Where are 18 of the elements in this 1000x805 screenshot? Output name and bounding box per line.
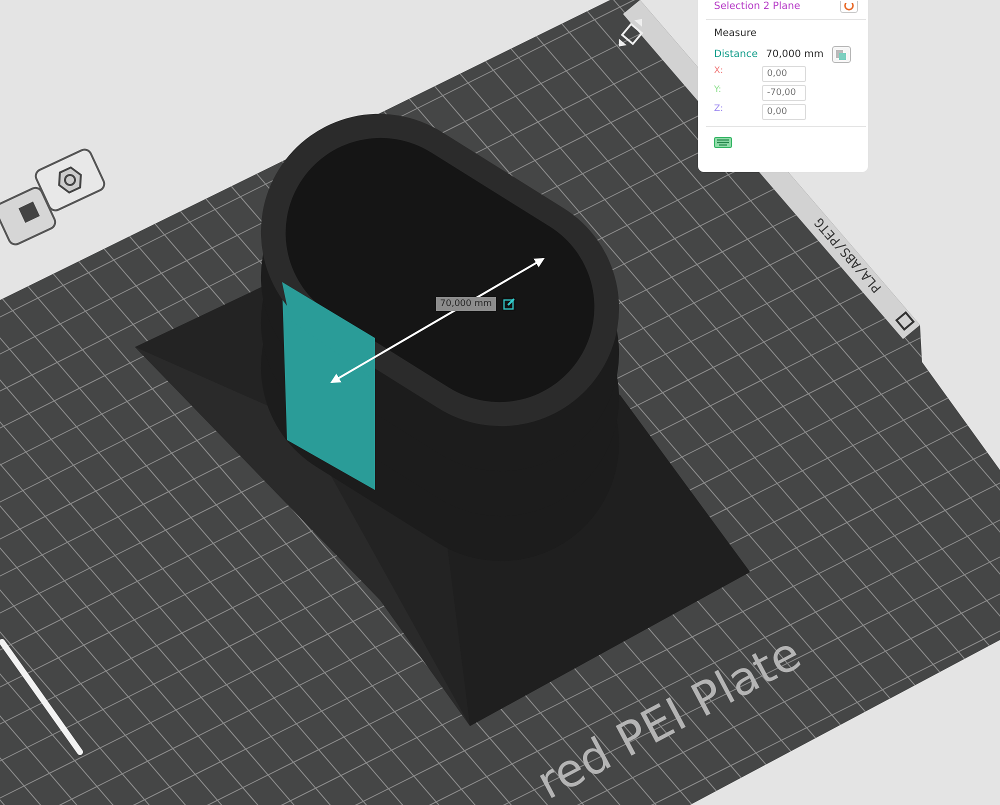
axis-field[interactable]: 0,00: [762, 66, 806, 82]
axis-field[interactable]: 0,00: [762, 104, 806, 120]
distance-value: 70,000 mm: [766, 49, 824, 60]
axis-label: X:: [714, 66, 724, 76]
plate-label: red PEI Plate: [528, 626, 810, 805]
axis-label: Y:: [714, 85, 722, 95]
panel-title: Measure: [714, 28, 758, 39]
selection-label: Selection 2 Plane: [714, 2, 800, 12]
distance-label: Distance: [714, 49, 759, 60]
refresh-icon: [844, 2, 854, 10]
edit-icon[interactable]: [502, 297, 516, 311]
axis-field[interactable]: -70,00: [762, 85, 806, 101]
copy-icon: [835, 48, 848, 60]
view-toolbar-icon[interactable]: [618, 18, 644, 46]
keyboard-icon[interactable]: [714, 137, 732, 148]
axis-label: Z:: [714, 104, 724, 114]
measurement-label: 70,000 mm: [436, 297, 496, 311]
reset-button[interactable]: [840, 1, 858, 13]
